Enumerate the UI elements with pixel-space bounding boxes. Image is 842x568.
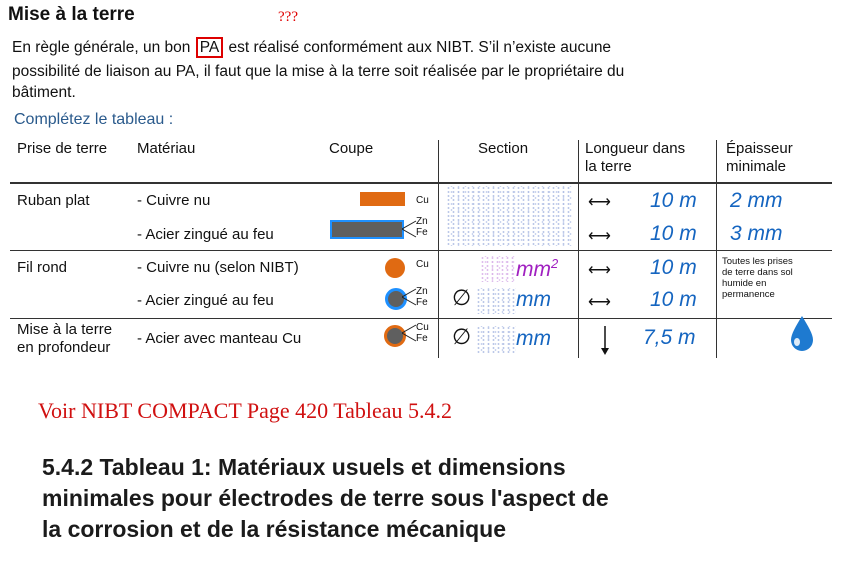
question-marks-annotation: ???	[278, 9, 298, 25]
double-arrow-icon: ⟷	[588, 194, 611, 211]
cell-materiau-2: - Acier zingué au feu	[137, 226, 274, 243]
paragraph-line-1: En règle générale, un bon PA est réalisé…	[12, 37, 612, 58]
answer-section-5: mm	[516, 327, 551, 350]
label-zn-fe-2: Zn Fe	[416, 286, 428, 308]
table-title-line-3: la corrosion et de la résistance mécaniq…	[42, 516, 507, 542]
copper-wire-shape	[385, 258, 405, 278]
row-divider-1	[10, 250, 832, 251]
answer-longueur-4: 10 m	[650, 288, 697, 311]
page-heading: Mise à la terre	[8, 4, 135, 25]
cell-materiau-4: - Acier zingué au feu	[137, 292, 274, 309]
steel-strip-shape	[330, 220, 404, 239]
answer-longueur-5: 7,5 m	[643, 326, 696, 349]
table-instruction: Complétez le tableau :	[14, 111, 174, 128]
section-scribble-2	[476, 288, 516, 314]
paragraph-line-3: bâtiment.	[12, 84, 76, 101]
double-arrow-icon: ⟷	[588, 294, 611, 311]
diameter-symbol-2: ∅	[452, 324, 472, 349]
cell-materiau-3: - Cuivre nu (selon NIBT)	[137, 259, 299, 276]
header-longueur: Longueur dans la terre	[585, 140, 686, 175]
table-title-line-2: minimales pour électrodes de terre sous …	[42, 485, 609, 511]
double-arrow-icon: ⟷	[588, 228, 611, 245]
label-zn-fe-1: Zn Fe	[416, 216, 428, 238]
cell-materiau-1: - Cuivre nu	[137, 192, 211, 209]
header-coupe: Coupe	[329, 140, 374, 157]
diameter-symbol-1: ∅	[452, 285, 472, 310]
cell-prise-ruban: Ruban plat	[17, 192, 90, 209]
section-scribble-1	[446, 186, 572, 246]
down-arrow-icon	[601, 326, 609, 355]
double-arrow-icon: ⟷	[588, 262, 611, 279]
cell-prise-fil-rond: Fil rond	[17, 259, 68, 276]
label-cu-1: Cu	[416, 195, 429, 206]
row-divider-2	[10, 318, 832, 319]
reference-note: Voir NIBT COMPACT Page 420 Tableau 5.4.2	[38, 398, 453, 423]
table-title-line-1: 5.4.2 Tableau 1: Matériaux usuels et dim…	[42, 454, 566, 480]
header-epaisseur: Épaisseur minimale	[726, 140, 793, 175]
section-scribble-purple	[480, 256, 516, 282]
col-divider-longueur	[578, 140, 579, 358]
col-divider-section	[438, 140, 439, 358]
label-cu-2: Cu	[416, 259, 429, 270]
water-drop-icon	[791, 316, 813, 351]
answer-section-3: mm2	[516, 256, 559, 281]
label-cu-fe: Cu Fe	[416, 322, 429, 344]
note-humid-soil: Toutes les prises de terre dans sol humi…	[722, 256, 793, 300]
section-scribble-3	[476, 326, 516, 354]
header-divider	[10, 182, 832, 184]
header-section: Section	[478, 140, 529, 157]
answer-epaisseur-1: 2 mm	[730, 189, 783, 212]
header-prise: Prise de terre	[17, 140, 108, 157]
header-materiau: Matériau	[137, 140, 196, 157]
answer-section-4: mm	[516, 288, 551, 311]
answer-longueur-3: 10 m	[650, 256, 697, 279]
col-divider-epaisseur	[716, 140, 717, 358]
answer-longueur-1: 10 m	[650, 189, 697, 212]
answer-epaisseur-2: 3 mm	[730, 222, 783, 245]
copper-strip-shape	[360, 192, 405, 206]
paragraph-line-2: possibilité de liaison au PA, il faut qu…	[12, 63, 625, 80]
pa-highlight-box: PA	[195, 37, 224, 58]
cell-materiau-5: - Acier avec manteau Cu	[137, 330, 302, 347]
answer-longueur-2: 10 m	[650, 222, 697, 245]
cell-prise-profondeur: Mise à la terre en profondeur	[17, 321, 113, 356]
